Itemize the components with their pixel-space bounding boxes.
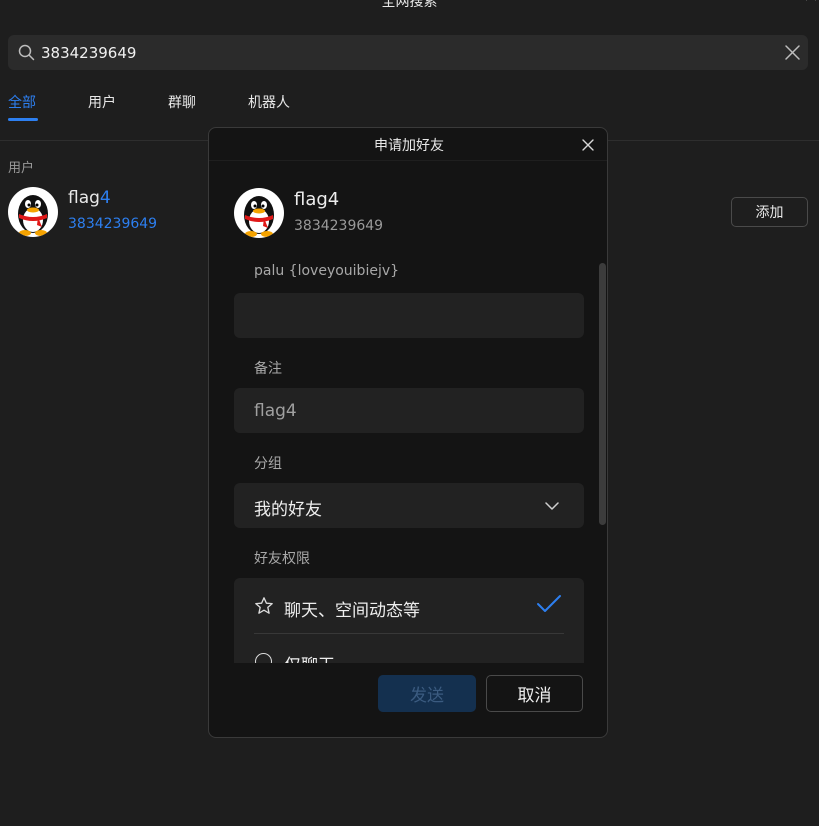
permission-options: 聊天、空间动态等 仅聊天 (234, 578, 584, 663)
search-icon (18, 44, 35, 61)
minimize-icon[interactable] (725, 0, 745, 8)
star-icon (255, 597, 273, 614)
group-select-value: 我的好友 (254, 500, 322, 520)
dialog-scroll-area[interactable]: flag4 3834239649 palu {loveyouibiejv} 备注… (209, 161, 607, 663)
tab-users[interactable]: 用户 (88, 92, 116, 112)
penguin-avatar-icon (18, 195, 48, 236)
tab-all[interactable]: 全部 (8, 92, 36, 112)
verification-answer-input[interactable] (254, 293, 554, 338)
dialog-title: 申请加好友 (374, 138, 444, 154)
group-select[interactable]: 我的好友 (234, 483, 584, 528)
dialog-user-name: flag4 (294, 189, 340, 210)
maximize-icon[interactable] (763, 0, 783, 8)
remark-input[interactable] (254, 388, 554, 433)
tab-bots[interactable]: 机器人 (248, 92, 290, 112)
tab-groups[interactable]: 群聊 (168, 92, 196, 112)
close-icon[interactable] (581, 138, 595, 152)
add-friend-dialog: 申请加好友 flag4 3834239649 palu {loveyouibie… (208, 127, 608, 738)
result-name-highlight: 4 (99, 188, 111, 208)
window-title: 全网搜索 (381, 0, 438, 10)
avatar[interactable] (8, 187, 58, 237)
remark-box[interactable] (234, 388, 584, 433)
clear-icon[interactable] (784, 44, 801, 61)
verification-question-label: palu {loveyouibiejv} (254, 263, 400, 279)
group-label: 分组 (254, 456, 282, 472)
add-friend-button[interactable]: 添加 (731, 197, 808, 227)
cancel-button[interactable]: 取消 (486, 675, 583, 712)
permission-divider (254, 633, 564, 634)
result-user-name: flag4 (68, 188, 111, 208)
penguin-avatar-icon (244, 196, 274, 237)
result-name-prefix: flag (68, 188, 100, 208)
check-icon (537, 595, 561, 612)
permission-label: 好友权限 (254, 551, 310, 567)
chevron-down-icon (545, 502, 559, 510)
close-icon[interactable] (801, 0, 819, 8)
dialog-scrollbar[interactable] (599, 263, 606, 525)
result-user-id: 3834239649 (68, 216, 158, 232)
search-box[interactable] (8, 35, 808, 70)
permission-option-chat-only[interactable]: 仅聊天 (284, 651, 335, 663)
verification-answer-box[interactable] (234, 293, 584, 338)
search-input[interactable] (41, 35, 771, 70)
title-bar: 全网搜索 (0, 0, 819, 24)
permission-option-chat-moments[interactable]: 聊天、空间动态等 (284, 596, 420, 621)
send-button[interactable]: 发送 (378, 675, 476, 712)
tab-active-indicator (8, 118, 38, 121)
dialog-user-id: 3834239649 (294, 218, 384, 234)
radio-circle-icon (255, 653, 272, 663)
section-label-users: 用户 (8, 161, 35, 176)
remark-label: 备注 (254, 361, 282, 377)
dialog-avatar (234, 188, 284, 238)
